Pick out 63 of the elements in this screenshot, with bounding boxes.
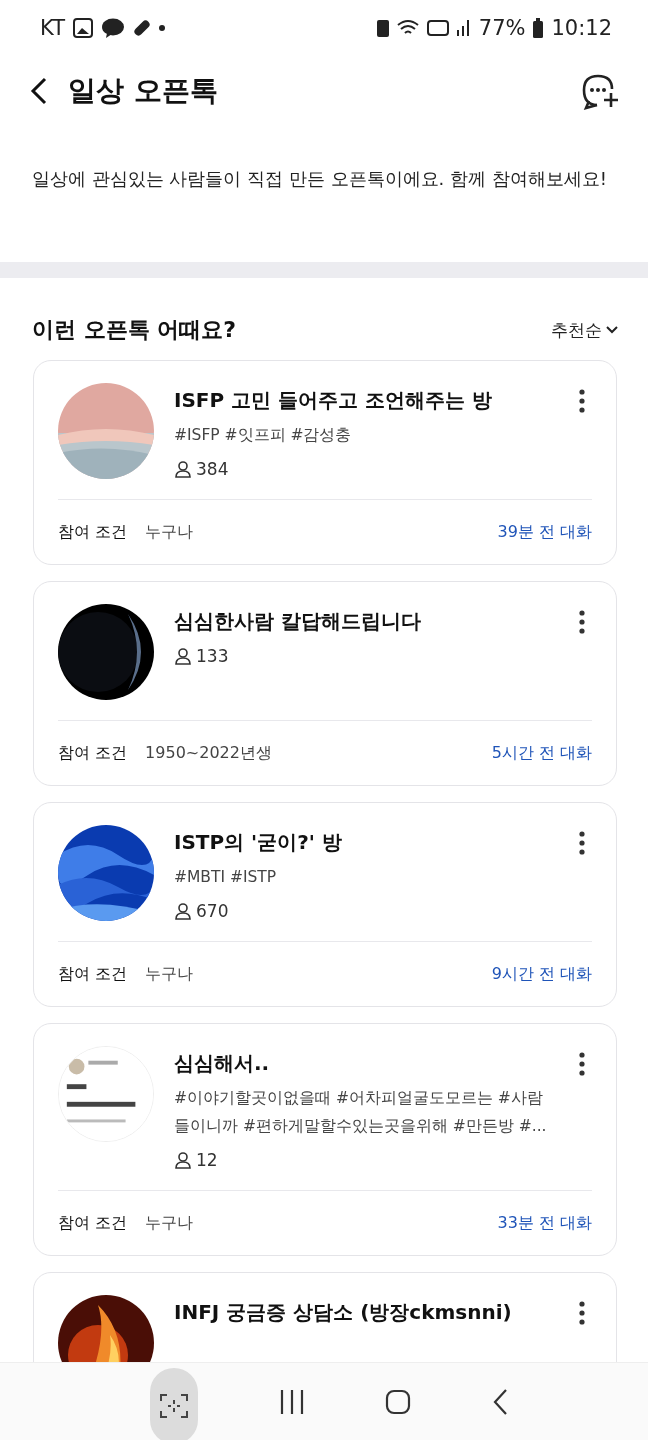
new-chat-button[interactable]	[580, 72, 620, 110]
room-title: 심심해서..	[174, 1050, 271, 1077]
more-icon	[579, 610, 585, 634]
more-icon	[579, 1301, 585, 1325]
chat-bubble-icon	[100, 18, 125, 38]
section-title: 이런 오픈톡 어때요?	[32, 316, 238, 344]
person-icon	[174, 460, 192, 478]
room-tags: #ISFP #잇프피 #감성충	[174, 421, 552, 449]
room-card[interactable]: ISTP의 '굳이?' 방 #MBTI #ISTP 670 참여 조건 누구나 9시간 전 대화	[33, 802, 617, 1007]
battery-icon	[533, 18, 544, 38]
condition-label: 참여 조건	[58, 521, 128, 543]
carrier: KT	[40, 16, 65, 40]
clock: 10:12	[551, 16, 612, 40]
more-icon	[579, 831, 585, 855]
more-icon	[579, 389, 585, 413]
condition-label: 참여 조건	[58, 963, 128, 985]
room-title: ISTP의 '굳이?' 방	[174, 829, 343, 856]
recent-apps-button[interactable]	[278, 1388, 305, 1415]
room-card[interactable]: ISFP 고민 들어주고 조언해주는 방 #ISFP #잇프피 #감성충 384 참여 조건 누구나 39분 전 대화	[33, 360, 617, 565]
room-card[interactable]: 심심한사람 칼답해드립니다 133 참여 조건 1950~2022년생 5시간 전 대화	[33, 581, 617, 786]
room-title: ISFP 고민 들어주고 조언해주는 방	[174, 387, 494, 414]
room-tags: #MBTI #ISTP	[174, 863, 552, 891]
person-icon	[174, 647, 192, 665]
description: 일상에 관심있는 사람들이 직접 만든 오픈톡이에요. 함께 참여해보세요!	[32, 167, 608, 191]
last-chat-time: 39분 전 대화	[497, 521, 592, 543]
condition-value: 1950~2022년생	[145, 742, 273, 764]
person-icon	[174, 1151, 192, 1169]
home-button[interactable]	[385, 1388, 412, 1415]
hd-icon	[426, 20, 449, 36]
room-title: 심심한사람 칼답해드립니다	[174, 608, 422, 635]
condition-label: 참여 조건	[58, 1212, 128, 1234]
room-title: INFJ 궁금증 상담소 (방장ckmsnni)	[174, 1299, 513, 1326]
condition-value: 누구나	[145, 1212, 195, 1234]
sort-dropdown[interactable]: 추천순	[551, 318, 618, 342]
capture-icon	[159, 1392, 190, 1419]
chevron-down-icon	[606, 326, 618, 334]
more-icon	[579, 1052, 585, 1076]
member-count: 670	[196, 901, 229, 921]
member-count: 12	[196, 1150, 218, 1170]
condition-value: 누구나	[145, 963, 195, 985]
room-card[interactable]: INFJ 궁금증 상담소 (방장ckmsnni)	[33, 1272, 617, 1362]
back-nav-button[interactable]	[491, 1387, 508, 1416]
chat-add-icon	[580, 72, 620, 110]
condition-value: 누구나	[145, 521, 195, 543]
home-icon	[385, 1388, 412, 1415]
room-card[interactable]: 심심해서.. #이야기할곳이없을때 #어차피얼굴도모르는 #사람들이니까 #편하게말할수있는곳을위해 #만든방 #... 12 참여 조건 누구나 33분 전 대화	[33, 1023, 617, 1256]
battery-percent: 77%	[478, 16, 526, 40]
signal-icon	[456, 20, 471, 36]
last-chat-time: 9시간 전 대화	[491, 963, 592, 985]
back-icon	[491, 1387, 508, 1416]
member-count: 384	[196, 459, 229, 479]
battery-saver-icon	[376, 19, 389, 37]
last-chat-time: 33분 전 대화	[497, 1212, 592, 1234]
person-icon	[174, 902, 192, 920]
last-chat-time: 5시간 전 대화	[491, 742, 592, 764]
condition-label: 참여 조건	[58, 742, 128, 764]
gallery-icon	[72, 18, 93, 38]
room-tags: #이야기할곳이없을때 #어차피얼굴도모르는 #사람들이니까 #편하게말할수있는곳을위해 #만든방 #...	[174, 1084, 552, 1140]
page-title: 일상 오픈톡	[68, 73, 219, 109]
recent-apps-icon	[278, 1388, 305, 1415]
member-count: 133	[196, 646, 229, 666]
dot-icon	[158, 25, 165, 31]
capture-button[interactable]	[150, 1367, 199, 1440]
